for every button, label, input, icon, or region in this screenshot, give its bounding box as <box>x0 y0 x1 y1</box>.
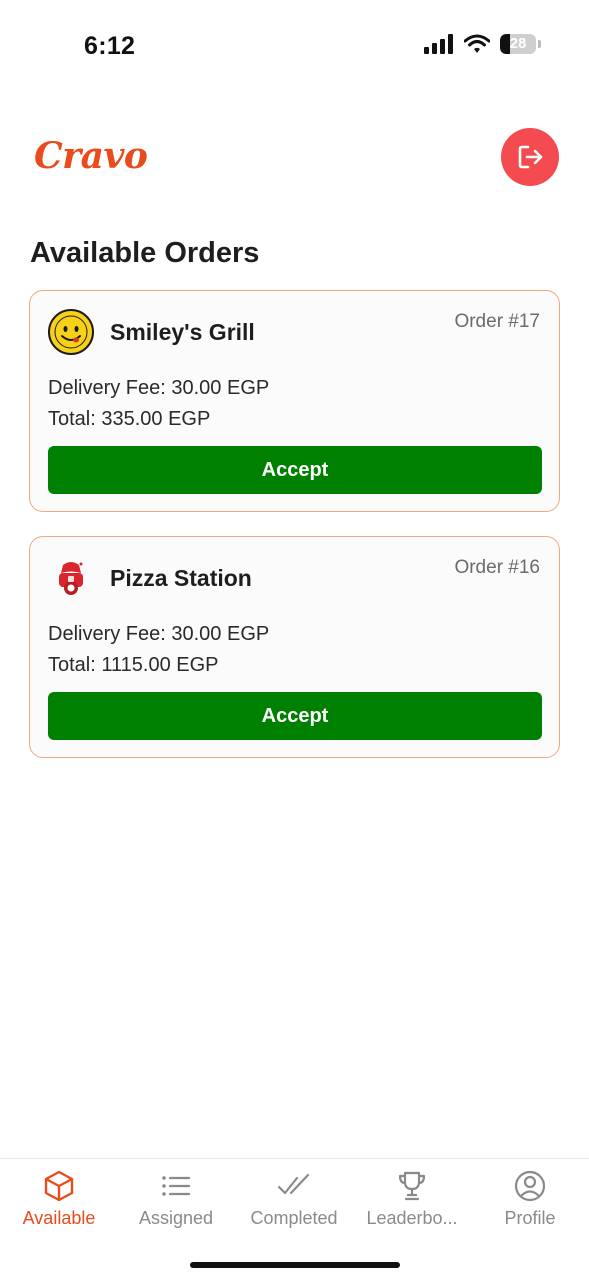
order-card: Smiley's Grill Order #17 Delivery Fee: 3… <box>29 290 560 512</box>
restaurant-name: Smiley's Grill <box>110 319 255 345</box>
nav-item-available[interactable]: Available <box>0 1169 118 1229</box>
pizza-station-logo-icon <box>59 562 83 595</box>
accept-button[interactable]: Accept <box>48 692 542 740</box>
restaurant-name: Pizza Station <box>110 565 252 591</box>
nav-item-assigned[interactable]: Assigned <box>117 1169 235 1229</box>
order-list: Smiley's Grill Order #17 Delivery Fee: 3… <box>29 290 560 782</box>
nav-label: Assigned <box>138 1208 214 1228</box>
box-icon <box>44 1170 74 1202</box>
delivery-fee: Delivery Fee: 30.00 EGP <box>48 623 270 645</box>
logout-icon <box>518 145 543 169</box>
logout-button[interactable] <box>501 128 559 186</box>
user-circle-icon <box>514 1170 546 1202</box>
wifi-icon <box>464 34 490 53</box>
smileys-grill-logo-icon <box>48 309 94 355</box>
order-number: Order #16 <box>454 557 540 578</box>
order-card: Pizza Station Order #16 Delivery Fee: 30… <box>29 536 560 758</box>
battery-level: 28 <box>509 35 527 52</box>
nav-label: Leaderbo... <box>366 1208 458 1228</box>
nav-item-profile[interactable]: Profile <box>471 1169 589 1229</box>
double-check-icon <box>277 1173 310 1195</box>
nav-item-leaderboard[interactable]: Leaderbo... <box>353 1169 471 1229</box>
order-total: Total: 1115.00 EGP <box>48 654 219 676</box>
app-logo: Cravo <box>34 135 148 177</box>
home-indicator <box>190 1262 400 1268</box>
nav-label: Completed <box>250 1208 338 1228</box>
delivery-fee: Delivery Fee: 30.00 EGP <box>48 377 270 399</box>
trophy-icon <box>398 1171 426 1201</box>
nav-label: Available <box>22 1208 96 1228</box>
page-title: Available Orders <box>30 237 260 269</box>
battery-cap <box>538 40 541 48</box>
nav-item-completed[interactable]: Completed <box>235 1169 353 1229</box>
nav-label: Profile <box>504 1208 556 1228</box>
list-icon <box>162 1176 191 1196</box>
accept-button[interactable]: Accept <box>48 446 542 494</box>
order-number: Order #17 <box>454 311 540 332</box>
status-time: 6:12 <box>84 32 136 60</box>
status-icons: 28 <box>424 34 541 54</box>
order-total: Total: 335.00 EGP <box>48 408 211 430</box>
cellular-signal-icon <box>424 34 453 54</box>
battery-icon: 28 <box>500 34 536 54</box>
status-bar: 6:12 28 <box>0 0 589 95</box>
